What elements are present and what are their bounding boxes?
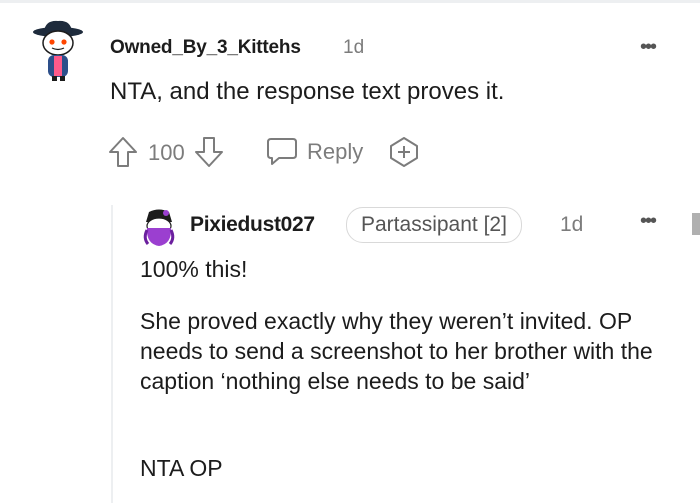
reply-button[interactable]: Reply bbox=[307, 139, 363, 165]
top-divider bbox=[0, 0, 700, 3]
vote-score: 100 bbox=[148, 140, 185, 165]
more-options-icon[interactable]: ••• bbox=[640, 210, 657, 233]
scrollbar[interactable] bbox=[692, 213, 700, 235]
speech-bubble-icon[interactable] bbox=[265, 135, 299, 167]
comment-body: NTA, and the response text proves it. bbox=[110, 78, 505, 105]
reply-author[interactable]: Pixiedust027 bbox=[190, 213, 315, 237]
user-flair: Partassipant [2] bbox=[346, 207, 522, 243]
reply-paragraph: She proved exactly why they weren’t invi… bbox=[140, 308, 653, 394]
arrow-down-icon[interactable] bbox=[193, 135, 225, 169]
comment-author[interactable]: Owned_By_3_Kittehs bbox=[110, 37, 301, 59]
reply-timestamp[interactable]: 1d bbox=[560, 213, 583, 237]
arrow-up-icon[interactable] bbox=[107, 135, 139, 169]
more-options-icon[interactable]: ••• bbox=[640, 36, 657, 59]
comment-timestamp[interactable]: 1d bbox=[343, 37, 364, 59]
thread-line[interactable] bbox=[111, 205, 113, 503]
reply-paragraph: 100% this! bbox=[140, 256, 248, 282]
avatar[interactable] bbox=[30, 20, 86, 82]
reply-paragraph: NTA OP bbox=[140, 455, 223, 481]
award-plus-icon[interactable] bbox=[387, 135, 421, 169]
avatar[interactable] bbox=[140, 208, 178, 248]
